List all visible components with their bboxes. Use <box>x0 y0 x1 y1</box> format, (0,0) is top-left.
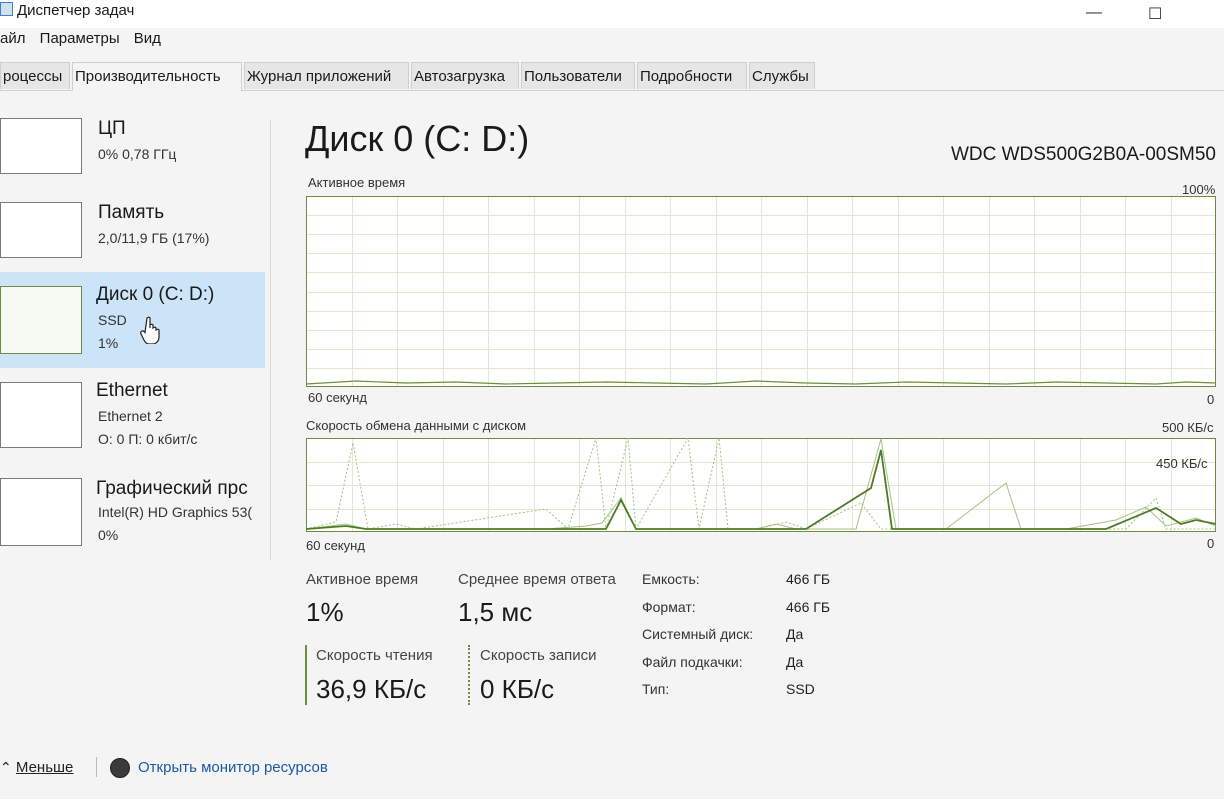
transfer-rate-duration-label: 60 секунд <box>306 538 365 553</box>
active-time-duration-label: 60 секунд <box>308 390 367 405</box>
sidebar-item-ethernet[interactable]: Ethernet Ethernet 2 О: 0 П: 0 кбит/с <box>0 376 265 456</box>
active-time-chart <box>306 196 1216 387</box>
ethernet-thumbnail <box>0 382 82 448</box>
page-file-label: Файл подкачки: <box>642 654 743 670</box>
sidebar-item-sub: Intel(R) HD Graphics 53( <box>98 504 253 520</box>
active-time-value: 1% <box>306 597 344 627</box>
system-disk-value: Да <box>786 626 804 642</box>
fewer-details-label: Меньше <box>15 759 74 776</box>
format-value: 466 ГБ <box>786 599 831 615</box>
fewer-details-button[interactable]: ⌃ Меньше <box>0 759 73 776</box>
maximize-icon[interactable]: ☐ <box>1148 4 1162 24</box>
transfer-rate-chart <box>306 438 1216 532</box>
sidebar-item-title: Ethernet <box>96 380 168 401</box>
menu-view[interactable]: Вид <box>134 30 161 47</box>
active-time-chart-label: Активное время <box>308 175 406 190</box>
sidebar-item-title: Память <box>98 202 165 223</box>
sidebar-item-cpu[interactable]: ЦП 0% 0,78 ГГц <box>0 112 265 192</box>
sidebar-item-disk[interactable]: Диск 0 (C: D:) SSD 1% <box>0 272 265 368</box>
window-title-text: Диспетчер задач <box>17 2 135 19</box>
tab-services[interactable]: Службы <box>749 62 815 89</box>
sidebar-item-sub: 0% 0,78 ГГц <box>98 146 177 162</box>
capacity-value: 466 ГБ <box>786 571 831 587</box>
sidebar-item-sub2: 0% <box>98 527 119 543</box>
resource-monitor-icon <box>110 758 130 778</box>
tab-bar: роцессы Производительность Журнал прилож… <box>0 62 1224 91</box>
tab-startup[interactable]: Автозагрузка <box>411 62 519 89</box>
memory-thumbnail <box>0 202 82 258</box>
tab-users[interactable]: Пользователи <box>521 62 635 89</box>
chevron-up-icon: ⌃ <box>0 759 12 775</box>
window-title: Диспетчер задач <box>0 2 134 19</box>
type-value: SSD <box>786 681 815 697</box>
capacity-label: Емкость: <box>642 571 700 587</box>
sidebar-divider <box>270 120 271 560</box>
sidebar-item-sub: SSD <box>98 312 127 328</box>
tab-app-history[interactable]: Журнал приложений <box>244 62 409 89</box>
disk-model: WDC WDS500G2B0A-00SM50 <box>950 144 1216 165</box>
sidebar-item-gpu[interactable]: Графический прс Intel(R) HD Graphics 53(… <box>0 472 265 552</box>
active-time-min-label: 0 <box>1207 392 1215 407</box>
minimize-icon[interactable]: — <box>1086 4 1102 22</box>
transfer-rate-chart-label: Скорость обмена данными с диском <box>306 418 527 433</box>
sidebar-item-title: ЦП <box>98 118 126 139</box>
sidebar-item-title: Диск 0 (C: D:) <box>96 284 215 305</box>
write-speed-label: Скорость записи <box>480 647 597 664</box>
footer-separator <box>96 757 97 777</box>
system-disk-label: Системный диск: <box>642 626 754 642</box>
sidebar-item-sub: 2,0/11,9 ГБ (17%) <box>98 230 210 246</box>
cpu-thumbnail <box>0 118 82 174</box>
task-manager-icon <box>0 2 13 16</box>
menu-bar: айл Параметры Вид <box>0 30 171 54</box>
active-time-label: Активное время <box>306 571 419 588</box>
title-bar: Диспетчер задач — ☐ <box>0 0 1224 28</box>
transfer-rate-min-label: 0 <box>1207 536 1215 551</box>
menu-file[interactable]: айл <box>0 30 25 47</box>
open-resource-monitor-link[interactable]: Открыть монитор ресурсов <box>138 759 328 776</box>
tab-details[interactable]: Подробности <box>637 62 747 89</box>
menu-options[interactable]: Параметры <box>40 30 120 47</box>
sidebar-item-sub: Ethernet 2 <box>98 408 163 424</box>
response-time-label: Среднее время ответа <box>458 571 616 588</box>
footer: ⌃ Меньше Открыть монитор ресурсов <box>0 755 1224 785</box>
tab-processes[interactable]: роцессы <box>0 62 70 89</box>
transfer-rate-max-label: 500 КБ/с <box>1162 420 1214 435</box>
page-file-value: Да <box>786 654 804 670</box>
tab-performance[interactable]: Производительность <box>72 62 242 91</box>
sidebar-item-sub2: 1% <box>98 335 119 351</box>
active-time-max-label: 100% <box>1182 182 1216 197</box>
transfer-rate-mid-label: 450 КБ/с <box>1156 456 1208 471</box>
write-speed-indicator <box>468 645 470 705</box>
page-title: Диск 0 (C: D:) <box>305 118 530 159</box>
hand-cursor-icon <box>140 316 160 344</box>
disk-thumbnail <box>0 286 82 354</box>
response-time-value: 1,5 мс <box>458 597 533 627</box>
format-label: Формат: <box>642 599 696 615</box>
gpu-thumbnail <box>0 478 82 546</box>
read-speed-label: Скорость чтения <box>316 647 433 664</box>
type-label: Тип: <box>642 681 670 697</box>
sidebar-item-memory[interactable]: Память 2,0/11,9 ГБ (17%) <box>0 196 265 276</box>
sidebar-item-title: Графический прс <box>96 478 248 499</box>
write-speed-value: 0 КБ/с <box>480 674 555 704</box>
read-speed-value: 36,9 КБ/с <box>316 674 427 704</box>
sidebar-item-sub2: О: 0 П: 0 кбит/с <box>98 431 198 447</box>
read-speed-indicator <box>305 645 307 705</box>
